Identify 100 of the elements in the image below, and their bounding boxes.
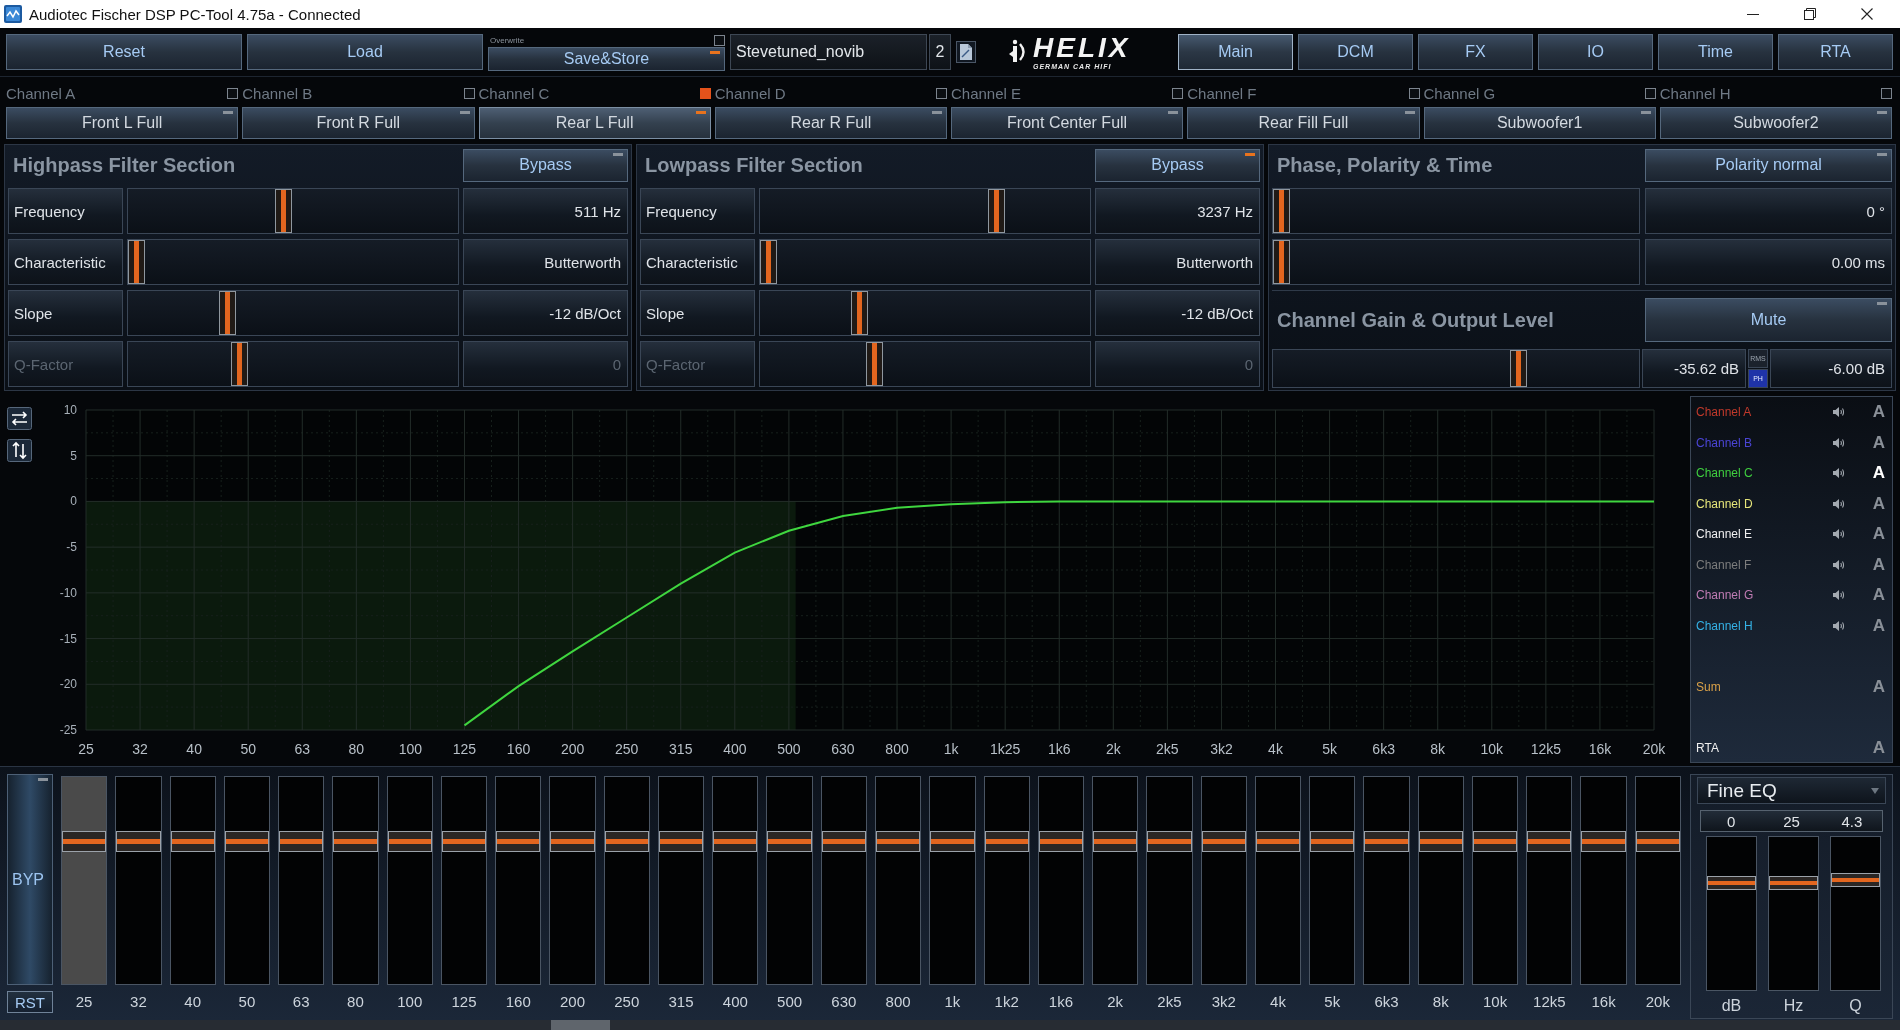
- slider-track[interactable]: [1272, 239, 1640, 285]
- fader-thumb[interactable]: [1769, 875, 1818, 890]
- fader-thumb[interactable]: [1707, 875, 1756, 890]
- eq-fader-thumb[interactable]: [767, 830, 812, 852]
- eq-fader-thumb[interactable]: [279, 830, 324, 852]
- eq-fader-thumb[interactable]: [876, 830, 921, 852]
- eq-fader-thumb[interactable]: [1201, 830, 1246, 852]
- gain-slider-track[interactable]: [1272, 349, 1640, 388]
- channel-checkbox[interactable]: [463, 87, 475, 99]
- slider-track[interactable]: [127, 341, 459, 387]
- nav-tab[interactable]: DCM: [1298, 34, 1413, 70]
- preset-button[interactable]: Rear Fill Full: [1187, 107, 1420, 139]
- eq-fader-track[interactable]: [332, 776, 379, 985]
- eq-fader-thumb[interactable]: [387, 830, 432, 852]
- slider-track[interactable]: [127, 188, 459, 234]
- preset-number-field[interactable]: 2: [929, 34, 951, 70]
- letter-toggle[interactable]: A: [1872, 402, 1885, 423]
- preset-button[interactable]: Subwoofer2: [1659, 107, 1892, 139]
- eq-fader-thumb[interactable]: [1581, 830, 1626, 852]
- eq-fader-track[interactable]: [278, 776, 325, 985]
- preset-button[interactable]: Rear R Full: [714, 107, 947, 139]
- fader-track[interactable]: [1706, 836, 1757, 991]
- eq-fader-track[interactable]: [1471, 776, 1519, 985]
- overwrite-checkbox[interactable]: [714, 34, 725, 46]
- eq-fader-thumb[interactable]: [1364, 830, 1409, 852]
- slider-track[interactable]: [1272, 188, 1640, 234]
- speaker-icon[interactable]: [1831, 619, 1845, 632]
- slider-track[interactable]: [759, 239, 1091, 285]
- letter-toggle[interactable]: A: [1872, 524, 1885, 545]
- eq-fader-track[interactable]: [61, 776, 108, 985]
- mode-dropdown[interactable]: Fine EQ: [1697, 777, 1886, 804]
- eq-fader-thumb[interactable]: [604, 830, 649, 852]
- eq-fader-thumb[interactable]: [1255, 830, 1301, 852]
- speaker-icon[interactable]: [1831, 528, 1845, 541]
- eq-fader-thumb[interactable]: [1635, 830, 1680, 852]
- nav-tab[interactable]: FX: [1418, 34, 1533, 70]
- eq-fader-thumb[interactable]: [821, 830, 866, 852]
- restore-icon[interactable]: [1804, 8, 1816, 20]
- slider-track[interactable]: [759, 290, 1091, 336]
- slider-thumb[interactable]: [1510, 350, 1528, 387]
- eq-fader-thumb[interactable]: [658, 830, 704, 852]
- eq-fader-track[interactable]: [1309, 776, 1356, 985]
- speaker-icon[interactable]: [1831, 497, 1845, 510]
- slider-thumb[interactable]: [1273, 189, 1290, 233]
- eq-fader-track[interactable]: [223, 776, 271, 985]
- eq-fader-track[interactable]: [1417, 776, 1464, 985]
- legend-label[interactable]: Sum: [1696, 679, 1721, 694]
- save-store-button[interactable]: Save&Store: [488, 47, 725, 71]
- eq-fader-track[interactable]: [549, 776, 596, 985]
- eq-fader-thumb[interactable]: [333, 830, 378, 852]
- eq-fader-track[interactable]: [1580, 776, 1627, 985]
- scrollbar-thumb[interactable]: [551, 1020, 610, 1030]
- eq-bypass-button[interactable]: BYP: [7, 774, 53, 985]
- slider-thumb[interactable]: [218, 291, 236, 335]
- eq-fader-track[interactable]: [1526, 776, 1573, 985]
- preset-name-field[interactable]: Stevetuned_novib: [730, 34, 927, 70]
- channel-checkbox[interactable]: [1881, 87, 1892, 99]
- swap-arrows-icon[interactable]: [7, 407, 32, 430]
- letter-toggle[interactable]: A: [1872, 737, 1885, 758]
- eq-fader-thumb[interactable]: [1418, 830, 1463, 852]
- letter-toggle[interactable]: A: [1872, 554, 1885, 575]
- eq-fader-track[interactable]: [929, 776, 976, 985]
- toolbar-button[interactable]: Load: [247, 34, 483, 70]
- legend-label[interactable]: Channel G: [1696, 588, 1754, 603]
- legend-label[interactable]: Channel E: [1696, 527, 1753, 542]
- eq-fader-track[interactable]: [766, 776, 813, 985]
- eq-reset-button[interactable]: RST: [7, 991, 53, 1013]
- legend-label[interactable]: Channel F: [1696, 557, 1752, 572]
- bypass-button[interactable]: Bypass: [463, 148, 628, 182]
- speaker-icon[interactable]: [1831, 558, 1845, 571]
- eq-fader-thumb[interactable]: [984, 830, 1029, 852]
- eq-fader-track[interactable]: [440, 776, 488, 985]
- legend-label[interactable]: Channel C: [1696, 466, 1753, 481]
- bypass-button[interactable]: Bypass: [1095, 148, 1260, 182]
- close-icon[interactable]: [1861, 8, 1873, 20]
- slider-thumb[interactable]: [1273, 240, 1290, 284]
- polarity-button[interactable]: Polarity normal: [1645, 148, 1892, 182]
- fader-track[interactable]: [1768, 836, 1819, 991]
- letter-toggle[interactable]: A: [1872, 615, 1885, 636]
- speaker-icon[interactable]: [1831, 436, 1845, 449]
- speaker-icon[interactable]: [1831, 406, 1845, 419]
- slider-track[interactable]: [127, 239, 459, 285]
- eq-fader-thumb[interactable]: [550, 830, 595, 852]
- eq-fader-track[interactable]: [1037, 776, 1085, 985]
- eq-fader-thumb[interactable]: [713, 830, 758, 852]
- eq-fader-thumb[interactable]: [1310, 830, 1355, 852]
- preset-button[interactable]: Front R Full: [242, 107, 475, 139]
- eq-fader-track[interactable]: [1146, 776, 1193, 985]
- eq-fader-track[interactable]: [386, 776, 433, 985]
- toolbar-button[interactable]: Reset: [6, 34, 242, 70]
- nav-tab[interactable]: Time: [1658, 34, 1773, 70]
- slider-thumb[interactable]: [850, 291, 868, 335]
- slider-thumb[interactable]: [760, 240, 777, 284]
- preset-button[interactable]: Rear L Full: [478, 107, 711, 139]
- eq-fader-track[interactable]: [169, 776, 216, 985]
- eq-fader-thumb[interactable]: [62, 830, 107, 852]
- eq-fader-thumb[interactable]: [930, 830, 975, 852]
- eq-fader-thumb[interactable]: [496, 830, 541, 852]
- slider-track[interactable]: [759, 188, 1091, 234]
- mute-button[interactable]: Mute: [1645, 298, 1892, 342]
